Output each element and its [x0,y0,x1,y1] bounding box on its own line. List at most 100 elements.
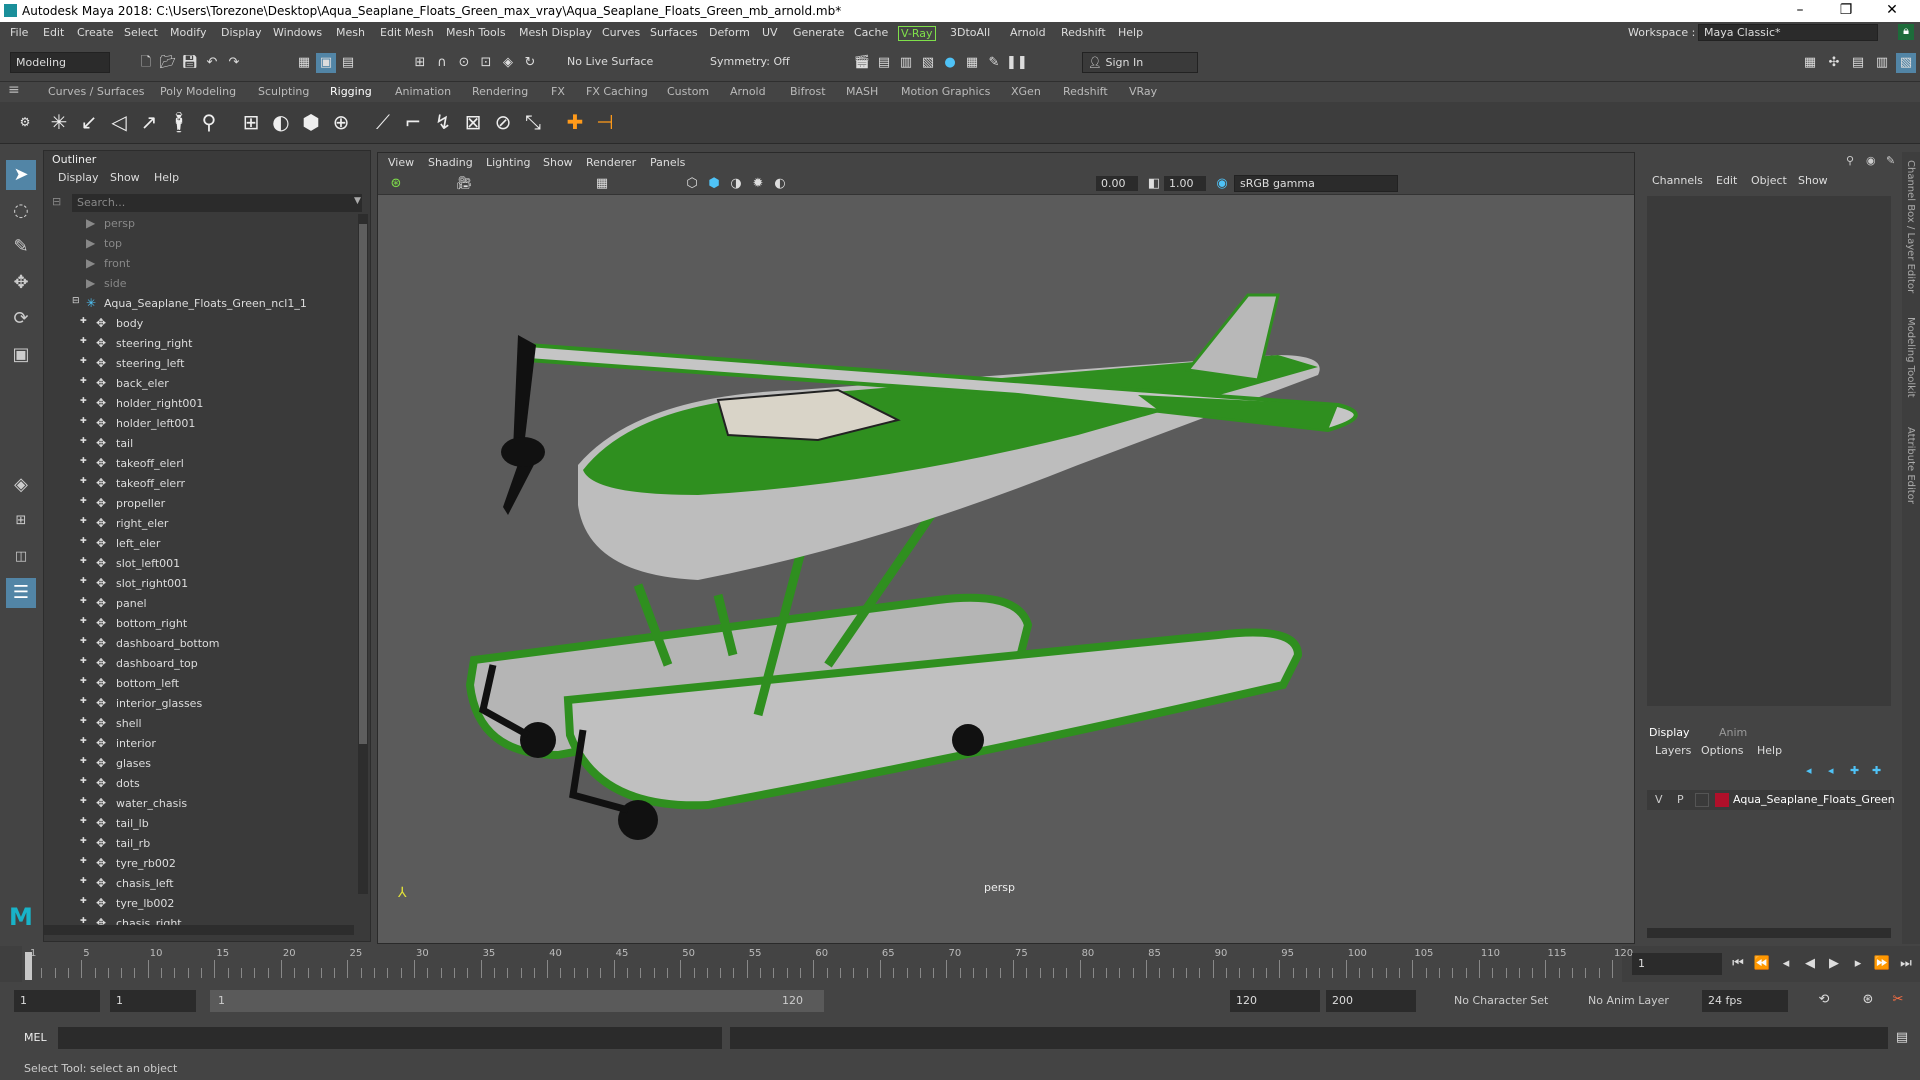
lasso-tool-icon[interactable]: ◌ [6,196,36,226]
auto-key-icon[interactable]: ⊛ [1858,990,1878,1010]
menu-arnold[interactable]: Arnold [1010,26,1046,39]
pause-viewport-icon[interactable]: ❚❚ [1006,53,1028,73]
expand-icon[interactable]: ✚ [80,776,87,785]
four-view-icon[interactable]: ⊞ [6,506,36,536]
shelf-tab-arnold[interactable]: Arnold [730,85,766,98]
undo-icon[interactable]: ↶ [202,53,222,73]
expand-icon[interactable]: ✚ [80,476,87,485]
tool-toggle-icon[interactable]: ✎ [1886,154,1895,167]
expand-icon[interactable]: ✚ [80,336,87,345]
side-tab-attribute-editor[interactable]: Attribute Editor [1905,427,1916,504]
step-forward-key-icon[interactable]: ⏩ [1872,954,1892,974]
expand-icon[interactable]: ✚ [80,496,87,505]
expand-icon[interactable]: ✚ [80,456,87,465]
attribute-editor-icon[interactable]: ▤ [1848,53,1868,73]
layer-hscrollbar[interactable] [1647,928,1891,938]
search-dropdown-icon[interactable]: ▼ [354,196,361,206]
step-back-frame-icon[interactable]: ◂ [1776,954,1796,974]
select-object-icon[interactable]: ▣ [316,53,336,73]
select-component-icon[interactable]: ▤ [338,53,358,73]
current-frame-field[interactable]: 1 [1632,953,1722,975]
menu-set-select[interactable]: Modeling [10,52,110,73]
menu-3dtoall[interactable]: 3DtoAll [950,26,990,39]
camera-attr-icon[interactable]: 🎥︎ [454,174,474,194]
outliner-search-input[interactable]: Search... [72,194,362,212]
menu-edit[interactable]: Edit [43,26,64,39]
menu-deform[interactable]: Deform [709,26,750,39]
expand-icon[interactable]: ✚ [80,856,87,865]
minimize-button[interactable]: – [1780,2,1820,18]
layer-tab-display[interactable]: Display [1649,726,1690,739]
expand-icon[interactable]: ✚ [80,516,87,525]
select-tool-icon[interactable]: ➤ [6,160,36,190]
ik-handle-icon[interactable]: ⟋ [370,108,396,136]
constraint-orient-icon[interactable]: ⤡ [520,108,546,136]
grid-icon[interactable]: ▦ [592,174,612,194]
menu-curves[interactable]: Curves [602,26,640,39]
channel-box-icon[interactable]: ▧ [1896,53,1916,73]
snap-grid-icon[interactable]: ⊞ [410,53,430,73]
lock-icon[interactable]: 🔒︎ [1898,24,1914,40]
mirror-joint-icon[interactable]: ◁ [106,108,132,136]
paint-select-icon[interactable]: ✎ [6,232,36,262]
shelf-options-icon[interactable]: ⚙ [12,108,38,136]
shelf-tab-curves-surfaces[interactable]: Curves / Surfaces [48,85,145,98]
menu-help[interactable]: Help [1118,26,1143,39]
quick-rig-icon[interactable]: 🕴︎ [166,108,192,136]
expand-icon[interactable]: ✚ [80,636,87,645]
layer-tab-anim[interactable]: Anim [1719,726,1747,739]
colorspace-select[interactable]: sRGB gamma [1234,175,1398,192]
shelf-tab-custom[interactable]: Custom [667,85,709,98]
layer-row[interactable]: V P Aqua_Seaplane_Floats_Green [1647,790,1895,810]
outliner-layout-icon[interactable]: ☰ [6,578,36,608]
shelf-tab-sculpting[interactable]: Sculpting [258,85,309,98]
menu-cache[interactable]: Cache [854,26,888,39]
shelf-tab-fx-caching[interactable]: FX Caching [586,85,648,98]
light-editor-icon[interactable]: ✎ [984,53,1004,73]
expand-icon[interactable]: ✚ [80,396,87,405]
expand-icon[interactable]: ✚ [80,696,87,705]
range-bar[interactable]: 1 120 [210,990,824,1012]
menu-mesh-display[interactable]: Mesh Display [519,26,592,39]
side-tab-modeling-toolkit[interactable]: Modeling Toolkit [1905,317,1916,398]
layer-reference-toggle[interactable] [1695,793,1709,807]
expand-icon[interactable]: ✚ [80,316,87,325]
expand-icon[interactable]: ✚ [80,416,87,425]
fps-select[interactable]: 24 fps [1702,990,1788,1012]
side-tab-channel-box[interactable]: Channel Box / Layer Editor [1905,160,1916,293]
channel-menu-edit[interactable]: Edit [1716,174,1737,187]
time-ruler[interactable]: 1 5 10 15 20 25 30 35 40 45 50 55 60 65 70 75 80 85 90 95 10… [22,946,1633,982]
expand-icon[interactable]: ✚ [80,816,87,825]
start-time-field[interactable]: 1 [14,990,100,1012]
live-surface-field[interactable]: No Live Surface [562,52,670,71]
anim-layer-select[interactable]: No Anim Layer [1588,994,1669,1007]
viewport-menu-renderer[interactable]: Renderer [586,156,636,169]
menu-select[interactable]: Select [124,26,158,39]
modeling-toolkit-icon[interactable]: ▦ [1800,53,1820,73]
paint-weights-icon[interactable]: ↯ [430,108,456,136]
exposure-field[interactable]: 0.00 [1096,176,1138,191]
current-frame-marker[interactable] [25,952,32,980]
expand-icon[interactable]: ✚ [80,676,87,685]
snap-curve-icon[interactable]: ∩ [432,53,452,73]
outliner-scrollbar[interactable] [358,214,368,894]
lights-icon[interactable]: ✹ [748,174,768,194]
human-ik-icon[interactable]: ✣ [1824,53,1844,73]
bind-skin-icon[interactable]: ⊕ [328,108,354,136]
create-joints-icon[interactable]: ✳ [46,108,72,136]
collapse-icon[interactable]: ⊟ [72,296,80,306]
expand-icon[interactable]: ✚ [80,576,87,585]
ik-fk-icon[interactable]: ⊣ [592,108,618,136]
attribute-toggle-icon[interactable]: ◉ [1866,154,1876,167]
cluster-icon[interactable]: ◐ [268,108,294,136]
layer-menu-help[interactable]: Help [1757,744,1782,757]
color-management-icon[interactable]: ◉ [1212,174,1232,194]
playback-start-field[interactable]: 1 [110,990,196,1012]
two-view-icon[interactable]: ◫ [6,542,36,572]
shelf-menu-icon[interactable]: ≡ [8,82,20,98]
step-forward-frame-icon[interactable]: ▸ [1848,954,1868,974]
render-frame-icon[interactable]: ▤ [874,53,894,73]
character-set-select[interactable]: No Character Set [1454,994,1548,1007]
shelf-tab-bifrost[interactable]: Bifrost [790,85,826,98]
expand-icon[interactable]: ✚ [80,356,87,365]
